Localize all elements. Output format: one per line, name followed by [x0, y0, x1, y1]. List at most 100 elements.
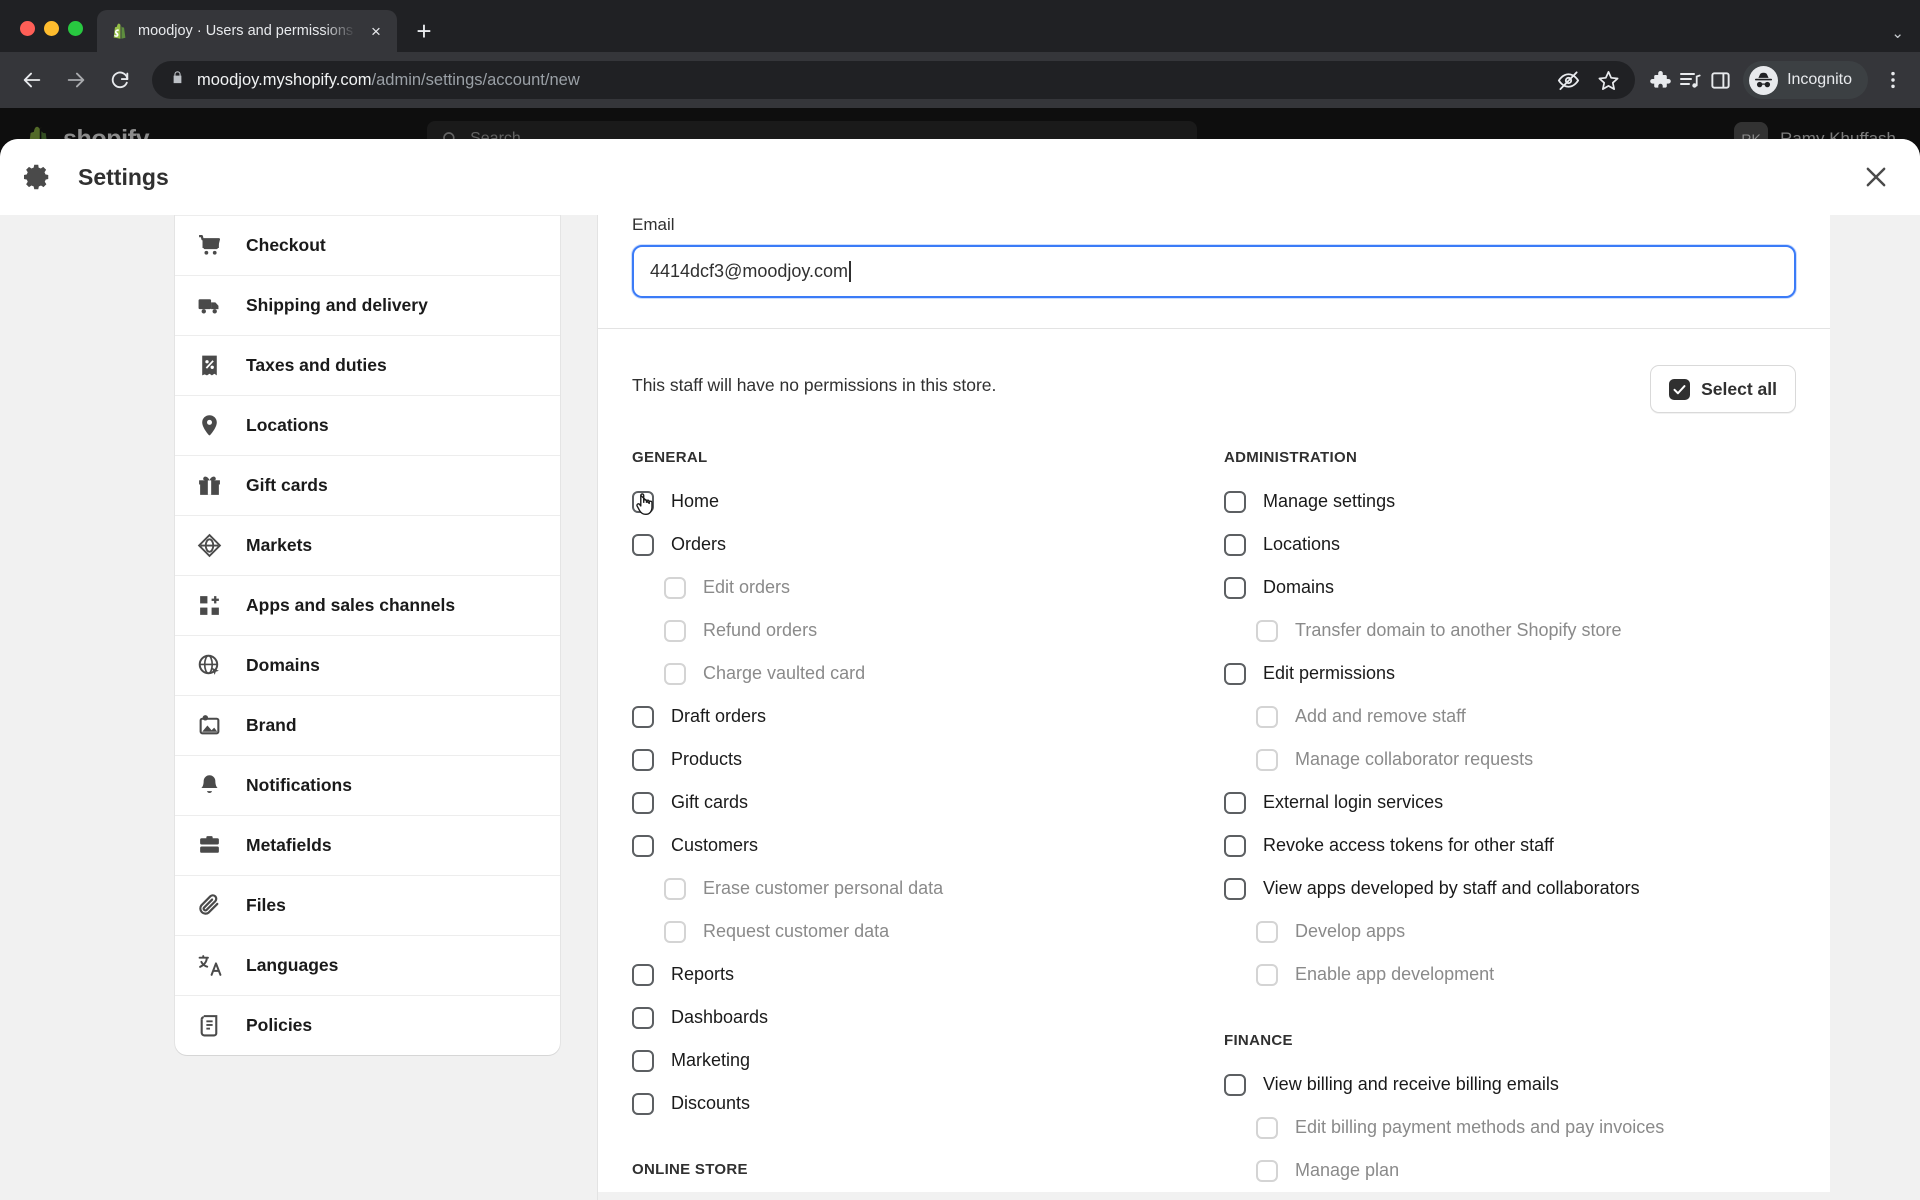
- bookmark-star-icon[interactable]: [1595, 67, 1621, 93]
- sidebar-item-domains[interactable]: Domains: [175, 635, 560, 695]
- media-list-icon[interactable]: [1677, 67, 1703, 93]
- checkbox-customers[interactable]: [632, 834, 654, 857]
- close-icon[interactable]: [1858, 159, 1894, 195]
- bell-icon: [197, 773, 222, 798]
- forward-button[interactable]: [56, 60, 96, 100]
- checkbox-dashboards[interactable]: [632, 1006, 654, 1029]
- checkbox-edit-orders: [664, 576, 686, 599]
- text-cursor: [849, 261, 851, 282]
- sidebar-item-markets[interactable]: Markets: [175, 515, 560, 575]
- permission-row[interactable]: Enable app development: [1224, 953, 1796, 996]
- permission-row[interactable]: Draft orders: [632, 695, 1214, 738]
- permission-row[interactable]: Erase customer personal data: [632, 867, 1214, 910]
- omnibox-actions: [1555, 67, 1621, 93]
- reload-button[interactable]: [100, 60, 140, 100]
- sidebar-item-label: Files: [246, 895, 286, 915]
- permission-row[interactable]: Edit permissions: [1224, 652, 1796, 695]
- permission-row[interactable]: Refund orders: [632, 609, 1214, 652]
- url-text: moodjoy.myshopify.com/admin/settings/acc…: [197, 71, 580, 90]
- permission-row[interactable]: Discounts: [632, 1082, 1214, 1125]
- checkbox-external-login-services[interactable]: [1224, 791, 1246, 814]
- checkbox-charge-vaulted-card: [664, 662, 686, 685]
- permission-row[interactable]: View apps developed by staff and collabo…: [1224, 867, 1796, 910]
- permission-row[interactable]: Orders: [632, 523, 1214, 566]
- checkbox-locations[interactable]: [1224, 533, 1246, 556]
- permission-row[interactable]: Edit billing payment methods and pay inv…: [1224, 1106, 1796, 1149]
- minimize-window-button[interactable]: [44, 21, 59, 36]
- incognito-label: Incognito: [1787, 71, 1852, 88]
- checkbox-manage-settings[interactable]: [1224, 490, 1246, 513]
- permission-label: View billing and receive billing emails: [1263, 1074, 1559, 1094]
- address-bar[interactable]: moodjoy.myshopify.com/admin/settings/acc…: [152, 61, 1636, 99]
- sidebar-item-checkout[interactable]: Checkout: [175, 215, 560, 275]
- permission-row[interactable]: Home: [632, 480, 1214, 523]
- select-all-button[interactable]: Select all: [1650, 365, 1796, 413]
- incognito-profile-button[interactable]: Incognito: [1743, 61, 1868, 99]
- side-panel-icon[interactable]: [1707, 67, 1733, 93]
- permission-row[interactable]: Develop apps: [1224, 910, 1796, 953]
- sidebar-item-gift-cards[interactable]: Gift cards: [175, 455, 560, 515]
- sidebar-item-locations[interactable]: Locations: [175, 395, 560, 455]
- permission-row[interactable]: Manage plan: [1224, 1149, 1796, 1192]
- chevron-down-icon[interactable]: ⌄: [1891, 24, 1904, 42]
- checkbox-home[interactable]: [632, 490, 654, 513]
- permission-row[interactable]: Domains: [1224, 566, 1796, 609]
- tab-strip: moodjoy · Users and permissions × + ⌄: [0, 0, 1920, 52]
- sidebar-item-shipping-and-delivery[interactable]: Shipping and delivery: [175, 275, 560, 335]
- settings-nav-list: Checkout Shipping and delivery Taxes and d…: [175, 215, 560, 1055]
- browser-tab[interactable]: moodjoy · Users and permissions ×: [97, 10, 397, 52]
- settings-modal-body: Checkout Shipping and delivery Taxes and d…: [0, 215, 1920, 1200]
- permission-row[interactable]: Marketing: [632, 1039, 1214, 1082]
- close-tab-button[interactable]: ×: [365, 20, 387, 42]
- back-button[interactable]: [12, 60, 52, 100]
- permission-row[interactable]: View billing and receive billing emails: [1224, 1063, 1796, 1106]
- permission-row[interactable]: Products: [632, 738, 1214, 781]
- browser-toolbar: moodjoy.myshopify.com/admin/settings/acc…: [0, 52, 1920, 108]
- sidebar-item-metafields[interactable]: Metafields: [175, 815, 560, 875]
- permission-row[interactable]: Edit orders: [632, 566, 1214, 609]
- permission-row[interactable]: Locations: [1224, 523, 1796, 566]
- checkbox-view-apps-developed-by-staff-and-collaborators[interactable]: [1224, 877, 1246, 900]
- sidebar-item-notifications[interactable]: Notifications: [175, 755, 560, 815]
- permission-row[interactable]: Manage settings: [1224, 480, 1796, 523]
- checkbox-manage-collaborator-requests: [1256, 748, 1278, 771]
- permission-row[interactable]: Customers: [632, 824, 1214, 867]
- checkbox-domains[interactable]: [1224, 576, 1246, 599]
- permission-row[interactable]: Reports: [632, 953, 1214, 996]
- permission-row[interactable]: Charge vaulted card: [632, 652, 1214, 695]
- checkbox-gift-cards[interactable]: [632, 791, 654, 814]
- permission-row[interactable]: Add and remove staff: [1224, 695, 1796, 738]
- sidebar-item-brand[interactable]: Brand: [175, 695, 560, 755]
- permissions-left-column: GENERAL Home Orders Edit orders Refund order…: [632, 449, 1214, 1192]
- permission-row[interactable]: Revoke access tokens for other staff: [1224, 824, 1796, 867]
- checkbox-discounts[interactable]: [632, 1092, 654, 1115]
- checkbox-revoke-access-tokens-for-other-staff[interactable]: [1224, 834, 1246, 857]
- sidebar-item-languages[interactable]: Languages: [175, 935, 560, 995]
- new-tab-button[interactable]: +: [407, 14, 441, 48]
- permission-row[interactable]: Request customer data: [632, 910, 1214, 953]
- email-field[interactable]: 4414dcf3@moodjoy.com: [632, 245, 1796, 298]
- kebab-menu-icon[interactable]: [1878, 69, 1908, 91]
- sidebar-item-policies[interactable]: Policies: [175, 995, 560, 1055]
- permission-row[interactable]: Dashboards: [632, 996, 1214, 1039]
- checkbox-reports[interactable]: [632, 963, 654, 986]
- eye-off-icon[interactable]: [1555, 67, 1581, 93]
- checkbox-view-billing-and-receive-billing-emails[interactable]: [1224, 1073, 1246, 1096]
- permission-label: External login services: [1263, 792, 1444, 812]
- extensions-puzzle-icon[interactable]: [1647, 67, 1673, 93]
- sidebar-item-taxes-and-duties[interactable]: Taxes and duties: [175, 335, 560, 395]
- select-all-checkbox[interactable]: [1669, 378, 1691, 400]
- sidebar-item-files[interactable]: Files: [175, 875, 560, 935]
- permission-row[interactable]: Manage collaborator requests: [1224, 738, 1796, 781]
- checkbox-edit-permissions[interactable]: [1224, 662, 1246, 685]
- permission-row[interactable]: Transfer domain to another Shopify store: [1224, 609, 1796, 652]
- checkbox-marketing[interactable]: [632, 1049, 654, 1072]
- maximize-window-button[interactable]: [68, 21, 83, 36]
- checkbox-draft-orders[interactable]: [632, 705, 654, 728]
- checkbox-orders[interactable]: [632, 533, 654, 556]
- close-window-button[interactable]: [20, 21, 35, 36]
- sidebar-item-apps-and-sales-channels[interactable]: Apps and sales channels: [175, 575, 560, 635]
- permission-row[interactable]: Gift cards: [632, 781, 1214, 824]
- checkbox-products[interactable]: [632, 748, 654, 771]
- permission-row[interactable]: External login services: [1224, 781, 1796, 824]
